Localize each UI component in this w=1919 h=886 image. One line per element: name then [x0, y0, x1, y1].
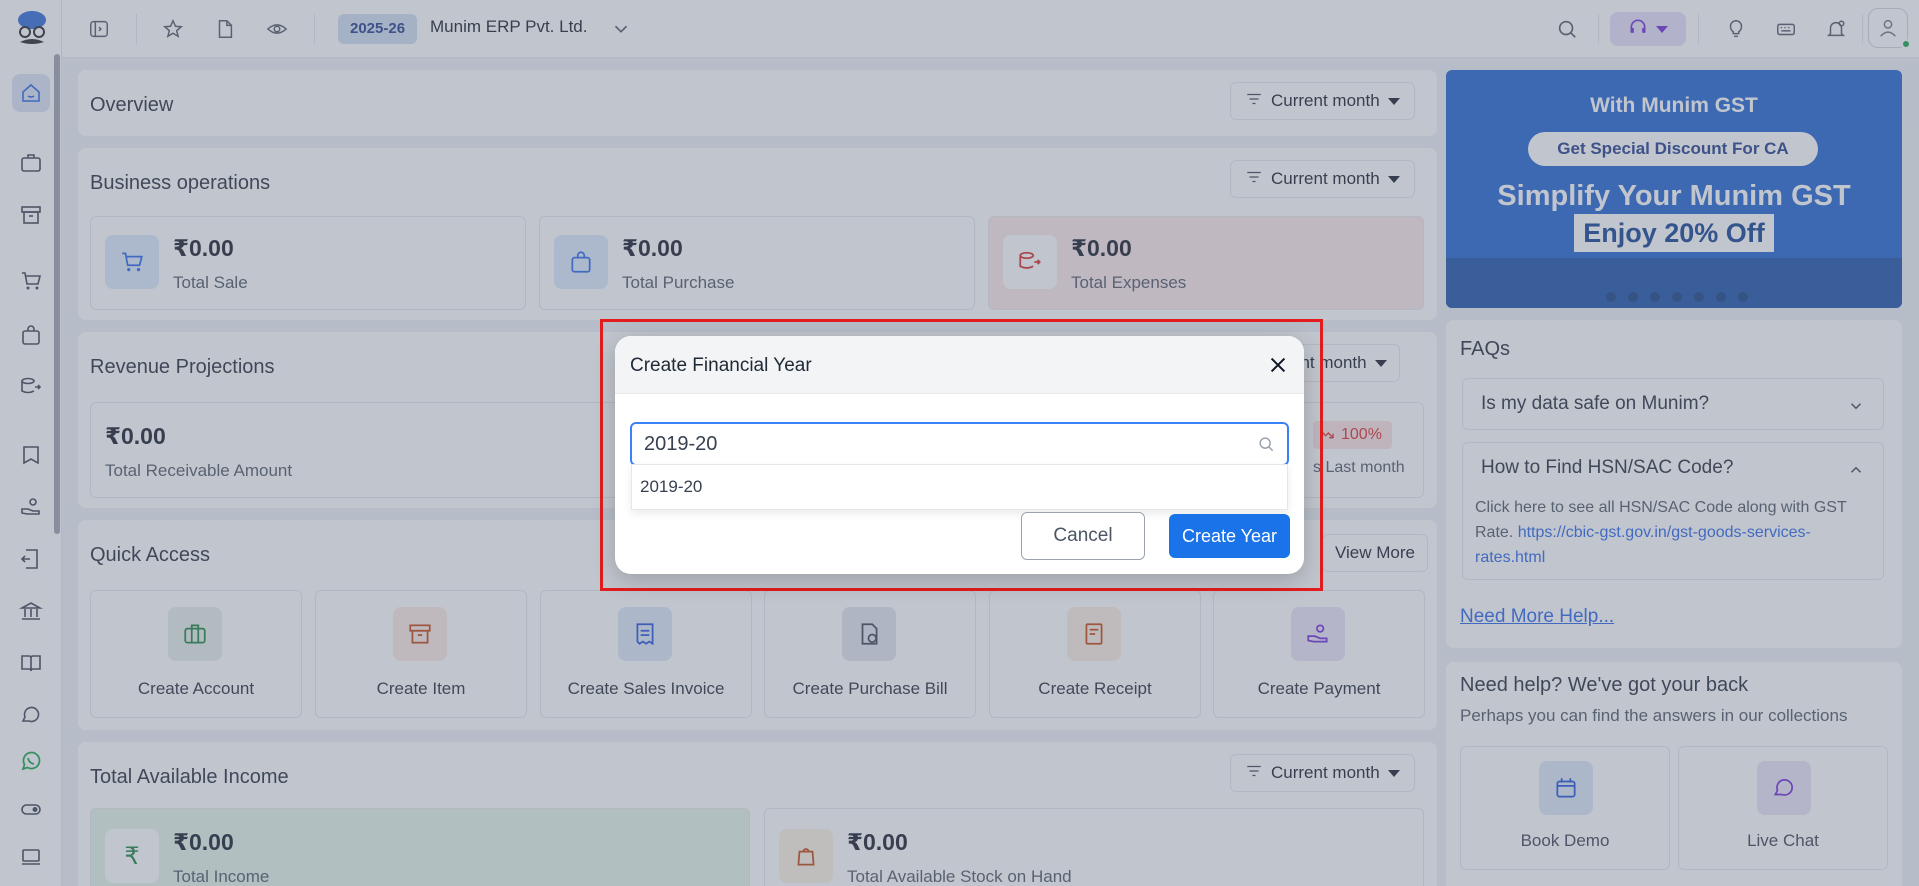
dialog-title: Create Financial Year	[630, 355, 812, 376]
year-suggestion-dropdown: 2019-20	[631, 464, 1288, 510]
year-suggestion-option[interactable]: 2019-20	[640, 477, 702, 497]
create-financial-year-dialog: Create Financial Year 2019-20 Cancel Cre…	[615, 336, 1304, 574]
search-icon	[1259, 437, 1274, 452]
create-year-button[interactable]: Create Year	[1169, 514, 1290, 558]
dialog-header: Create Financial Year	[615, 336, 1304, 394]
cancel-button[interactable]: Cancel	[1021, 512, 1145, 560]
financial-year-input[interactable]	[630, 422, 1289, 466]
close-icon[interactable]	[1267, 354, 1289, 376]
